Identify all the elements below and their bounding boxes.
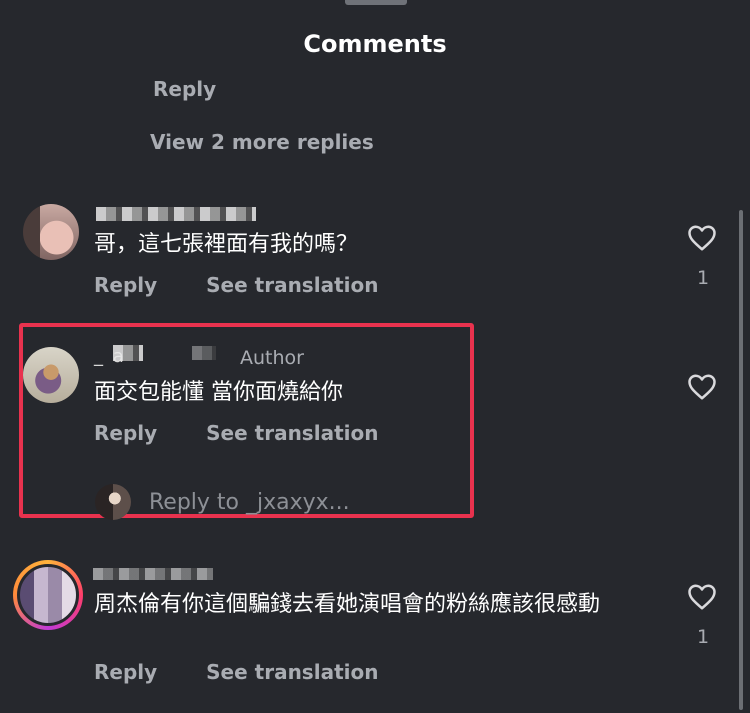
current-user-avatar: [95, 484, 131, 520]
reply-button[interactable]: Reply: [94, 660, 157, 684]
comment-actions: Reply See translation: [94, 421, 420, 445]
comment-text: 面交包能懂 當你面燒給你: [94, 380, 343, 405]
see-translation-button[interactable]: See translation: [206, 273, 378, 297]
username-redacted[interactable]: [93, 568, 213, 580]
heart-outline-icon[interactable]: [687, 224, 717, 252]
username-redacted[interactable]: [96, 207, 256, 221]
scrollbar[interactable]: [739, 210, 743, 710]
username-redacted: [113, 345, 143, 361]
see-translation-button[interactable]: See translation: [206, 660, 378, 684]
username-redacted: [192, 346, 216, 360]
reply-button[interactable]: Reply: [153, 77, 216, 101]
comment-text: 哥，這七張裡面有我的嗎？: [94, 232, 359, 257]
avatar[interactable]: [17, 564, 79, 626]
view-more-replies-button[interactable]: View 2 more replies: [150, 130, 374, 154]
comments-sheet: Comments Reply View 2 more replies 哥，這七張…: [0, 0, 750, 713]
heart-outline-icon[interactable]: [687, 583, 717, 611]
like-count: 1: [697, 267, 710, 289]
sheet-grabber[interactable]: [345, 0, 407, 5]
heart-outline-icon[interactable]: [687, 373, 717, 401]
like-count: 1: [697, 626, 710, 648]
see-translation-button[interactable]: See translation: [206, 421, 378, 445]
avatar[interactable]: [23, 204, 79, 260]
author-badge: Author: [240, 347, 304, 369]
comment-actions: Reply See translation: [94, 273, 420, 297]
reply-input[interactable]: Reply to _jxaxyx...: [149, 490, 350, 515]
page-title: Comments: [303, 30, 447, 58]
comment-text: 周杰倫有你這個騙錢去看她演唱會的粉絲應該很感動: [94, 592, 601, 617]
reply-button[interactable]: Reply: [94, 421, 157, 445]
comment-actions: Reply See translation: [94, 660, 420, 684]
avatar[interactable]: [23, 347, 79, 403]
reply-button[interactable]: Reply: [94, 273, 157, 297]
